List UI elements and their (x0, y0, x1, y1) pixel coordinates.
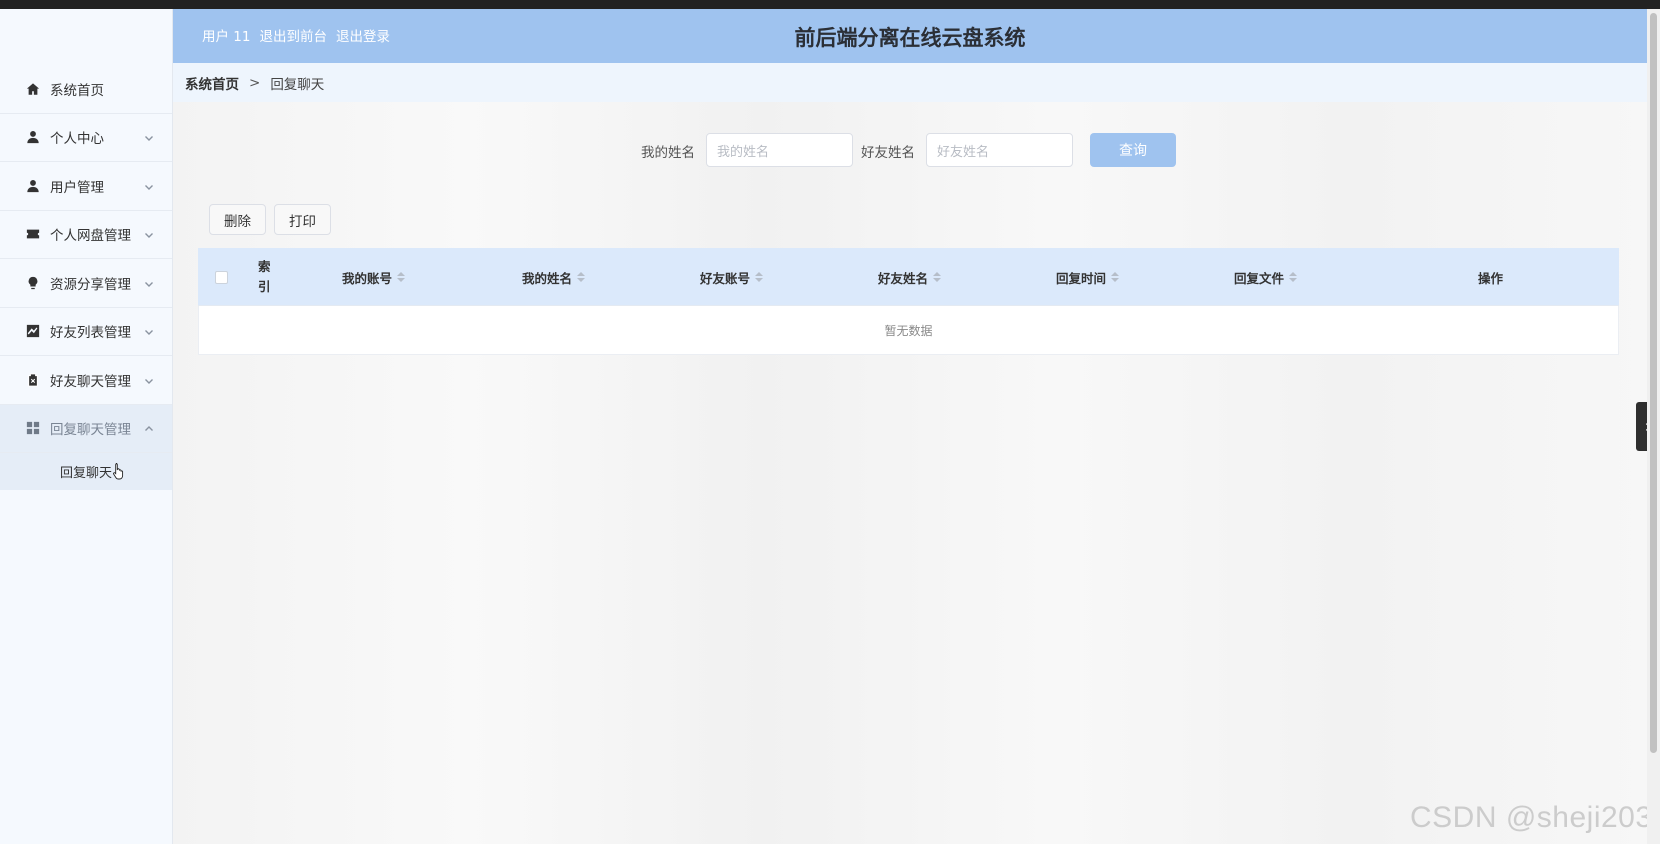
window-top-strip (0, 0, 1660, 9)
col-index: 索引 (258, 259, 271, 294)
table-header: 索引 我的账号 我的姓名 好友账号 好友姓名 回复时间 回复文件 操作 (198, 248, 1619, 306)
col-reply-file[interactable]: 回复文件 (1234, 248, 1298, 306)
watermark: CSDN @sheji203 (1410, 801, 1653, 834)
my-name-input[interactable]: 我的姓名 (706, 133, 853, 167)
chevron-down-icon (144, 228, 154, 239)
sidebar-item-label: 用户管理 (50, 179, 104, 196)
col-my-account[interactable]: 我的账号 (342, 248, 406, 306)
col-my-name[interactable]: 我的姓名 (522, 248, 586, 306)
breadcrumb: 系统首页 > 回复聊天 (173, 63, 1647, 102)
sidebar-item-label: 好友聊天管理 (50, 373, 131, 390)
data-table: 索引 我的账号 我的姓名 好友账号 好友姓名 回复时间 回复文件 操作 暂无数据 (198, 248, 1619, 355)
sidebar: 系统首页 个人中心 用户管理 个人网盘管理 资源分享管理 好友列表管理 好友聊天… (0, 9, 173, 844)
col-reply-time[interactable]: 回复时间 (1056, 248, 1120, 306)
sidebar-item-user-management[interactable]: 用户管理 (0, 162, 172, 211)
sidebar-item-friend-list[interactable]: 好友列表管理 (0, 308, 172, 356)
col-label: 我的姓名 (522, 270, 573, 286)
breadcrumb-current: 回复聊天 (270, 76, 325, 93)
chevron-down-icon (144, 180, 154, 190)
sidebar-item-personal-center[interactable]: 个人中心 (0, 114, 172, 162)
sidebar-item-personal-disk[interactable]: 个人网盘管理 (0, 211, 172, 259)
col-friend-name[interactable]: 好友姓名 (878, 248, 942, 306)
ticket-icon (26, 227, 40, 241)
chart-icon (26, 324, 40, 338)
sort-icon[interactable] (577, 272, 586, 282)
sort-icon[interactable] (1111, 272, 1120, 282)
page-title: 前后端分离在线云盘系统 (794, 26, 1026, 50)
my-name-label: 我的姓名 (641, 145, 695, 161)
user-icon (26, 179, 40, 193)
chevron-down-icon (144, 277, 154, 287)
user-icon (26, 130, 40, 144)
sort-icon[interactable] (397, 272, 406, 282)
col-friend-account[interactable]: 好友账号 (700, 248, 764, 306)
query-button[interactable]: 查询 (1090, 133, 1176, 167)
sidebar-menu: 系统首页 个人中心 用户管理 个人网盘管理 资源分享管理 好友列表管理 好友聊天… (0, 65, 172, 490)
chevron-down-icon (144, 374, 154, 384)
sort-icon[interactable] (1289, 272, 1298, 282)
sidebar-item-home[interactable]: 系统首页 (0, 65, 172, 114)
search-form: 我的姓名 我的姓名 好友姓名 好友姓名 查询 (173, 133, 1647, 167)
sidebar-item-label: 资源分享管理 (50, 276, 131, 293)
vertical-scrollbar[interactable] (1647, 9, 1660, 844)
select-all-checkbox[interactable] (215, 270, 228, 284)
sidebar-item-resource-share[interactable]: 资源分享管理 (0, 259, 172, 308)
col-label: 好友账号 (700, 270, 751, 286)
home-icon (26, 82, 40, 96)
hand-cursor-icon (113, 463, 124, 480)
col-label: 好友姓名 (878, 270, 929, 286)
breadcrumb-separator: > (249, 74, 261, 91)
scrollbar-thumb[interactable] (1650, 13, 1657, 753)
sidebar-item-reply-chat-management[interactable]: 回复聊天管理 (0, 404, 172, 453)
chevron-down-icon (144, 325, 154, 336)
sidebar-item-label: 个人网盘管理 (50, 228, 131, 245)
sidebar-item-label: 回复聊天管理 (50, 422, 131, 439)
sidebar-item-friend-chat[interactable]: 好友聊天管理 (0, 356, 172, 405)
chevron-up-icon (144, 422, 154, 432)
select-all-checkbox-cell (215, 248, 228, 306)
top-header: 用户 11 退出到前台 退出登录 前后端分离在线云盘系统 (173, 9, 1647, 63)
col-label: 我的账号 (342, 270, 393, 286)
grid-icon (26, 421, 40, 435)
friend-name-input[interactable]: 好友姓名 (926, 133, 1073, 167)
print-button[interactable]: 打印 (274, 204, 331, 235)
sort-icon[interactable] (933, 272, 942, 282)
empty-text: 暂无数据 (884, 323, 933, 338)
delete-button[interactable]: 删除 (209, 204, 266, 235)
sidebar-item-label: 系统首页 (50, 82, 104, 99)
sidebar-item-label: 好友列表管理 (50, 325, 131, 342)
sort-icon[interactable] (755, 272, 764, 282)
friend-name-label: 好友姓名 (861, 145, 915, 161)
table-empty-row: 暂无数据 (198, 306, 1619, 355)
submenu-item-reply-chat[interactable]: 回复聊天 (0, 453, 172, 490)
col-label: 回复文件 (1234, 270, 1285, 286)
col-operation: 操作 (1478, 270, 1504, 286)
clipboard-icon (26, 373, 40, 387)
app-root: 系统首页 个人中心 用户管理 个人网盘管理 资源分享管理 好友列表管理 好友聊天… (0, 9, 1660, 844)
main-content: 我的姓名 我的姓名 好友姓名 好友姓名 查询 删除 打印 索引 我的账号 我的姓… (173, 102, 1647, 844)
bulb-icon (26, 276, 40, 290)
breadcrumb-home[interactable]: 系统首页 (185, 73, 239, 93)
col-label: 回复时间 (1056, 270, 1107, 286)
sidebar-item-label: 个人中心 (50, 131, 104, 148)
chevron-down-icon (144, 131, 154, 142)
